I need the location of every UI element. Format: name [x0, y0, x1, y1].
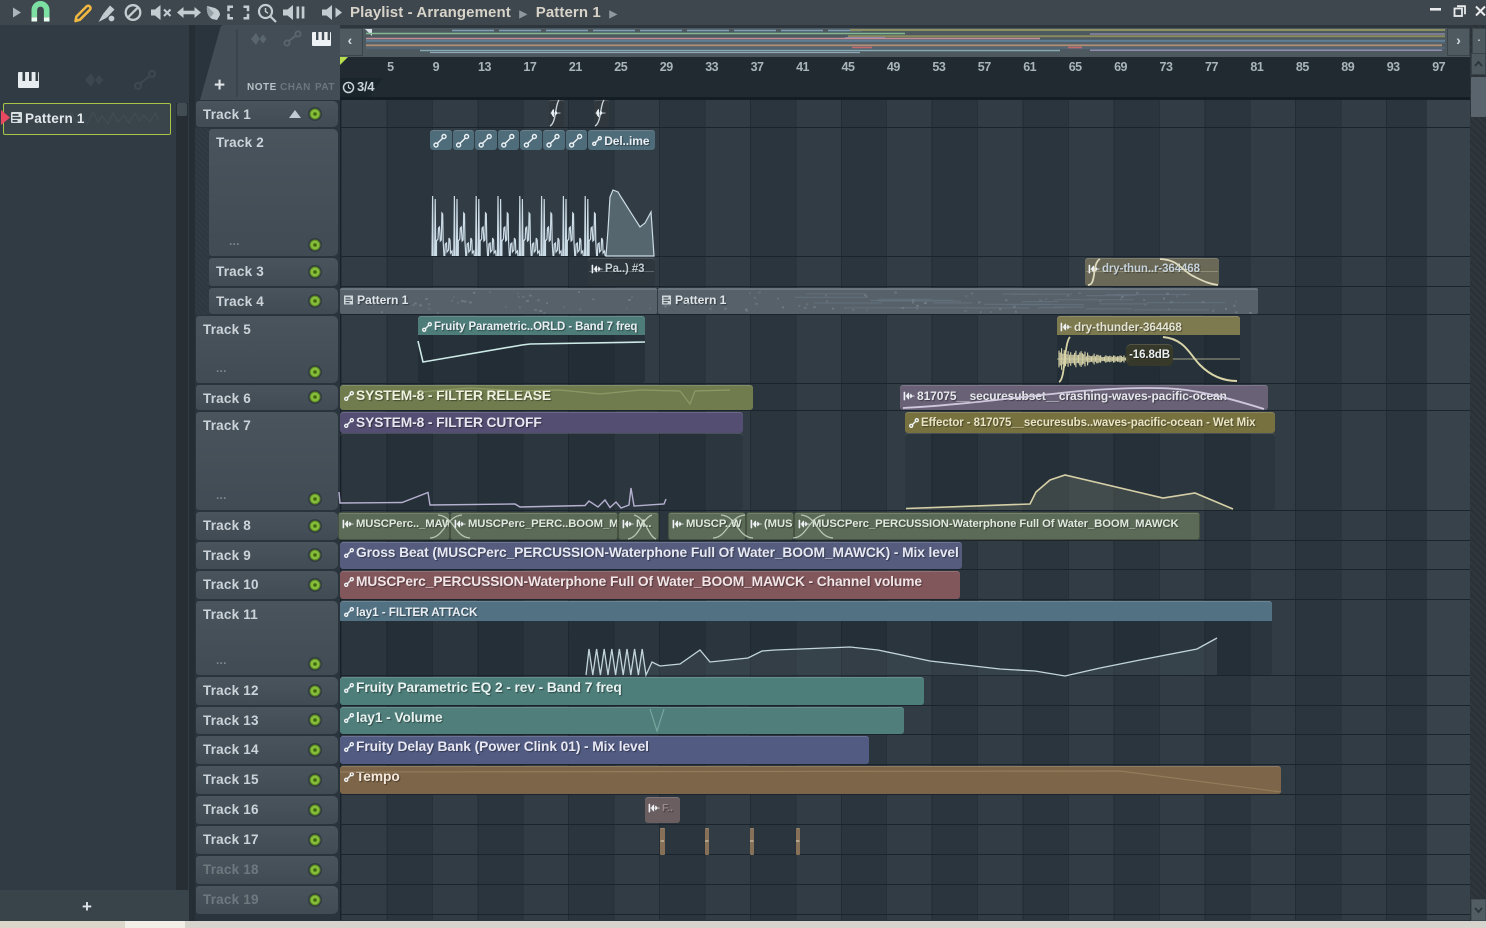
svg-text:NOTE: NOTE: [247, 82, 277, 93]
svg-text:CHAN: CHAN: [280, 82, 311, 93]
svg-text:PAT: PAT: [315, 82, 335, 93]
svg-text:+: +: [214, 75, 225, 96]
